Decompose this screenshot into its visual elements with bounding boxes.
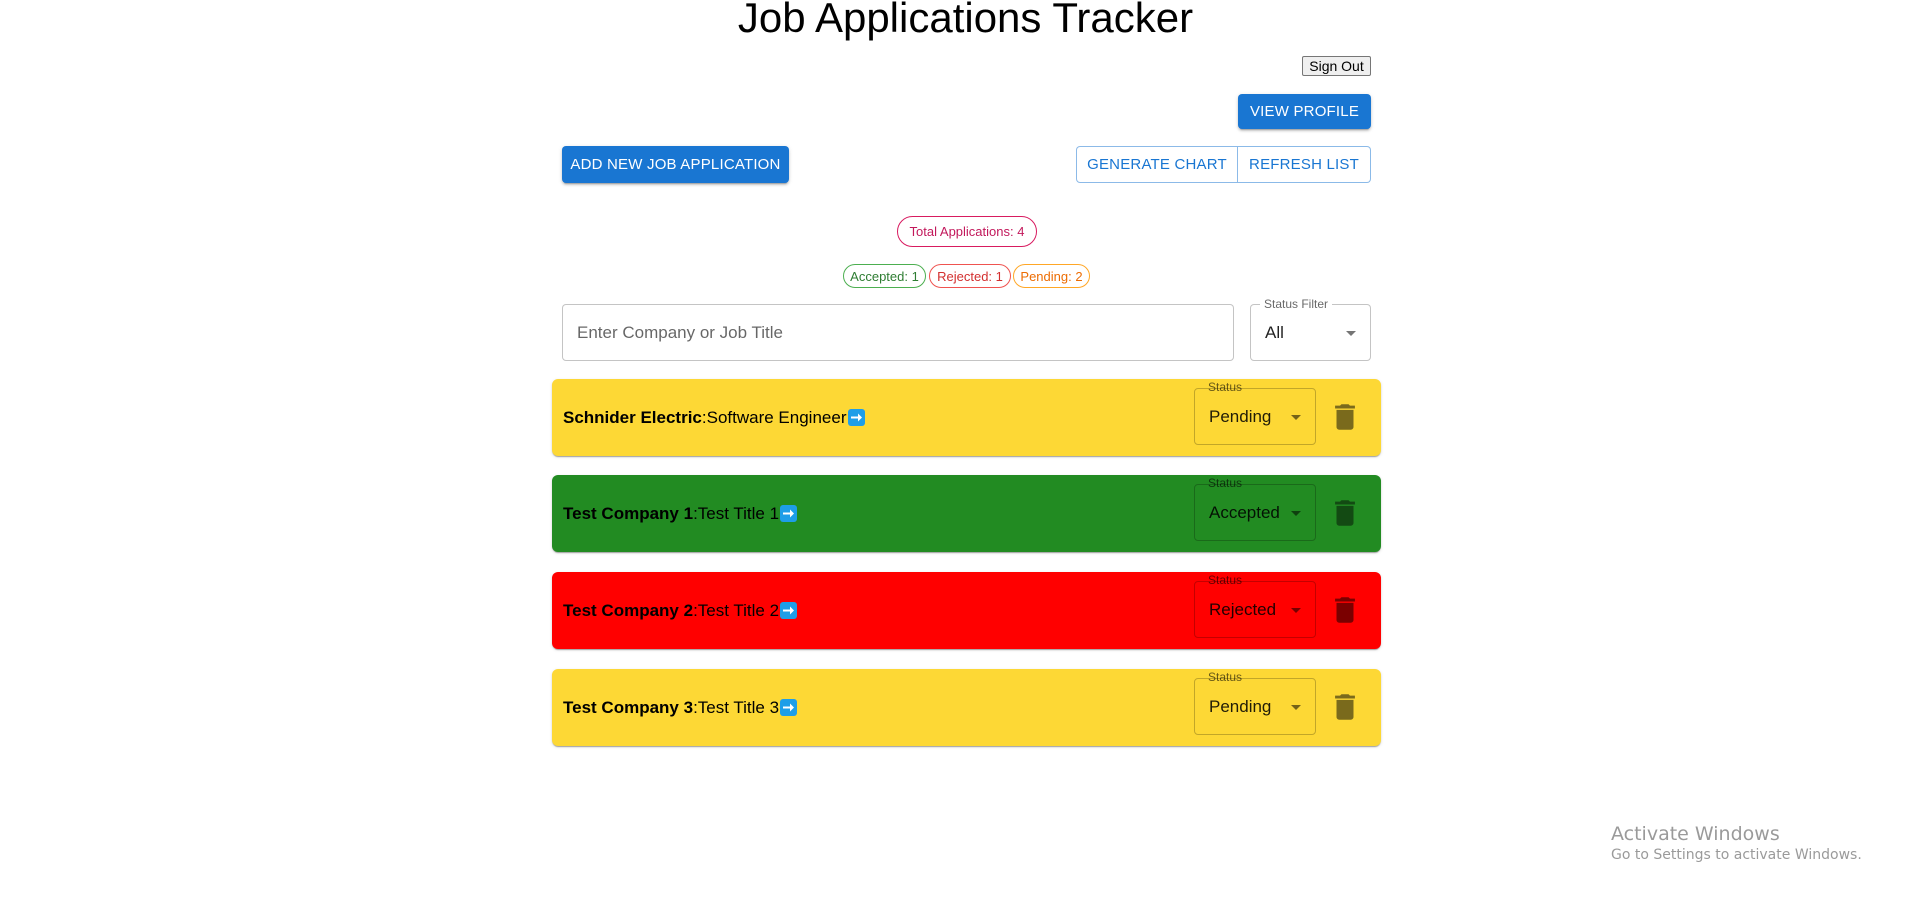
chevron-down-icon — [1291, 414, 1301, 420]
accepted-count-chip: Accepted: 1 — [843, 264, 926, 288]
company-name: Test Company 1 — [563, 503, 694, 523]
application-text: Schnider Electric: Software Engineer — [563, 379, 865, 456]
application-status-select[interactable]: Status Rejected — [1194, 573, 1316, 638]
company-name: Test Company 3 — [563, 697, 694, 717]
application-row: Test Company 2: Test Title 2 Status Reject… — [552, 572, 1381, 649]
right-arrow-icon[interactable] — [780, 602, 798, 619]
application-text: Test Company 2: Test Title 2 — [563, 572, 798, 649]
delete-trash-icon[interactable] — [1328, 689, 1362, 725]
delete-trash-icon[interactable] — [1328, 592, 1362, 628]
application-row: Test Company 3: Test Title 3 Status Pendin… — [552, 669, 1381, 746]
app-root: Job Applications Tracker Sign Out VIEW P… — [0, 0, 1916, 903]
delete-trash-icon[interactable] — [1328, 495, 1362, 531]
rejected-count-chip: Rejected: 1 — [929, 264, 1011, 288]
chevron-down-icon — [1291, 510, 1301, 516]
application-text: Test Company 3: Test Title 3 — [563, 669, 798, 746]
application-status-select[interactable]: Status Accepted — [1194, 476, 1316, 541]
status-select-value: Accepted — [1209, 502, 1280, 522]
search-placeholder: Enter Company or Job Title — [577, 322, 783, 342]
watermark-subtitle: Go to Settings to activate Windows. — [1611, 847, 1862, 863]
job-title: Test Title 3 — [697, 697, 780, 717]
chevron-down-icon — [1346, 330, 1356, 336]
refresh-list-button[interactable]: REFRESH LIST — [1238, 146, 1371, 183]
status-filter-label: Status Filter — [1260, 297, 1333, 311]
sign-out-button[interactable]: Sign Out — [1302, 56, 1371, 76]
pending-count-chip: Pending: 2 — [1013, 264, 1090, 288]
status-filter-value: All — [1265, 322, 1284, 342]
delete-trash-icon[interactable] — [1328, 399, 1362, 435]
chevron-down-icon — [1291, 704, 1301, 710]
company-name: Schnider Electric — [563, 407, 702, 427]
application-status-select[interactable]: Status Pending — [1194, 670, 1316, 735]
total-applications-chip: Total Applications: 4 — [897, 216, 1037, 247]
generate-chart-button[interactable]: GENERATE CHART — [1076, 146, 1238, 183]
chevron-down-icon — [1291, 607, 1301, 613]
right-arrow-icon[interactable] — [780, 699, 798, 716]
application-text: Test Company 1: Test Title 1 — [563, 475, 798, 552]
watermark-title: Activate Windows — [1611, 823, 1780, 845]
page-title: Job Applications Tracker — [737, 0, 1194, 41]
application-status-select[interactable]: Status Pending — [1194, 380, 1316, 445]
job-title: Test Title 2 — [697, 600, 780, 620]
status-select-label: Status — [1208, 670, 1243, 684]
status-select-value: Pending — [1209, 406, 1272, 426]
job-title: Test Title 1 — [697, 503, 780, 523]
application-row: Test Company 1: Test Title 1 Status Accept… — [552, 475, 1381, 552]
status-select-label: Status — [1208, 380, 1243, 394]
right-arrow-icon[interactable] — [780, 505, 798, 522]
view-profile-button[interactable]: VIEW PROFILE — [1238, 94, 1371, 129]
status-select-label: Status — [1208, 476, 1243, 490]
status-select-label: Status — [1208, 573, 1243, 587]
status-filter-select[interactable]: Status Filter All — [1250, 297, 1371, 361]
application-row: Schnider Electric: Software Engineer Stat… — [552, 379, 1381, 456]
search-input[interactable]: Enter Company or Job Title — [562, 304, 1234, 361]
status-select-value: Pending — [1209, 696, 1272, 716]
job-title: Software Engineer — [706, 407, 847, 427]
status-select-value: Rejected — [1209, 599, 1277, 619]
company-name: Test Company 2 — [563, 600, 694, 620]
activate-windows-watermark: Activate Windows Go to Settings to activ… — [1611, 822, 1862, 864]
add-new-job-application-button[interactable]: ADD NEW JOB APPLICATION — [562, 146, 789, 183]
right-arrow-icon[interactable] — [847, 409, 865, 426]
